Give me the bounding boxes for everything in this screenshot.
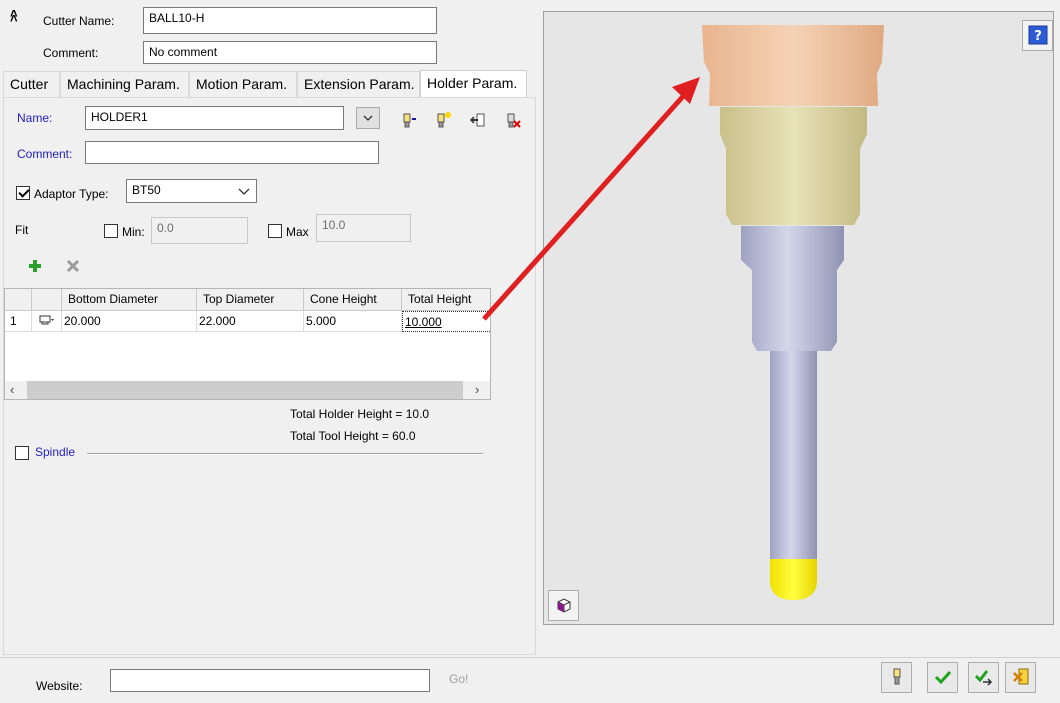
comment-field[interactable]: No comment — [143, 41, 437, 64]
shank-upper-shape — [741, 226, 844, 351]
delete-holder-icon[interactable] — [502, 111, 524, 133]
cutter-name-field[interactable]: BALL10-H — [143, 7, 437, 34]
tool-assembly-render — [702, 25, 884, 600]
adaptor-type-label: Adaptor Type: — [34, 187, 109, 201]
min-field[interactable]: 0.0 — [151, 217, 248, 244]
tab-motion-param[interactable]: Motion Param. — [189, 71, 297, 97]
import-holder-icon[interactable] — [467, 111, 489, 133]
tab-holder-param[interactable]: Holder Param. — [420, 70, 527, 98]
table-horizontal-scrollbar[interactable]: ‹ › — [5, 381, 490, 399]
delete-row-icon[interactable] — [62, 258, 84, 280]
table-row-type[interactable] — [32, 311, 62, 332]
tab-cutter[interactable]: Cutter — [3, 71, 60, 97]
new-holder-icon[interactable] — [432, 111, 454, 133]
column-header-top-diameter[interactable]: Top Diameter — [197, 289, 304, 311]
cancel-button[interactable] — [1005, 662, 1036, 693]
adaptor-type-select[interactable]: BT50 — [126, 179, 257, 203]
comment-label: Comment: — [43, 46, 99, 60]
exit-icon — [1012, 668, 1028, 685]
ball-end-shape — [770, 559, 817, 600]
add-row-icon[interactable] — [24, 258, 46, 280]
table-cell-total-height[interactable]: 10.000 — [402, 311, 490, 332]
adaptor-shape — [720, 107, 867, 225]
tool-preview-viewport[interactable]: ? — [543, 11, 1054, 625]
holder-comment-field[interactable] — [85, 141, 379, 164]
holder-name-dropdown-button[interactable] — [356, 107, 380, 129]
holder-name-label: Name: — [17, 111, 53, 125]
apply-button[interactable] — [968, 662, 999, 693]
help-button[interactable]: ? — [1022, 20, 1053, 51]
fit-label: Fit — [15, 223, 29, 237]
website-label: Website: — [36, 679, 83, 693]
holder-name-field[interactable]: HOLDER1 — [85, 106, 344, 130]
holder-tool-icon — [893, 668, 900, 685]
ok-button[interactable] — [927, 662, 958, 693]
column-header-type — [32, 289, 62, 311]
footer-separator — [0, 657, 1060, 658]
load-holder-icon[interactable] — [397, 111, 419, 133]
holder-top-shape — [702, 25, 884, 106]
checkmark-icon — [934, 670, 951, 685]
table-cell-bottom-diameter[interactable]: 20.000 — [62, 311, 197, 332]
go-button[interactable]: Go! — [449, 672, 468, 686]
holder-segments-table: Bottom Diameter Top Diameter Cone Height… — [4, 288, 491, 400]
table-cell-top-diameter[interactable]: 22.000 — [197, 311, 304, 332]
table-row-index[interactable]: 1 — [5, 311, 32, 332]
table-cell-cone-height[interactable]: 5.000 — [304, 311, 402, 332]
collapse-icon-2: ˄ — [10, 6, 18, 21]
total-tool-height: Total Tool Height = 60.0 — [290, 429, 416, 443]
max-field[interactable]: 10.0 — [316, 214, 411, 242]
column-header-total-height[interactable]: Total Height — [402, 289, 490, 311]
holder-segment-icon — [39, 315, 54, 325]
column-header-cone-height[interactable]: Cone Height — [304, 289, 402, 311]
website-field[interactable] — [110, 669, 430, 692]
holder-preview-button[interactable] — [881, 662, 912, 693]
adaptor-type-value: BT50 — [132, 183, 161, 197]
min-label: Min: — [122, 225, 145, 239]
view-cube-button[interactable] — [548, 590, 579, 621]
svg-text:?: ? — [1034, 29, 1042, 44]
column-header-index — [5, 289, 32, 311]
scrollbar-thumb[interactable] — [27, 381, 463, 399]
total-holder-height: Total Holder Height = 10.0 — [290, 407, 430, 421]
holder-comment-label: Comment: — [17, 147, 73, 161]
tab-machining-param[interactable]: Machining Param. — [60, 71, 189, 97]
chevron-down-icon — [238, 188, 250, 195]
column-header-bottom-diameter[interactable]: Bottom Diameter — [62, 289, 197, 311]
cutter-name-label: Cutter Name: — [43, 14, 115, 28]
max-label: Max — [286, 225, 309, 239]
spindle-checkbox[interactable] — [15, 446, 29, 460]
max-checkbox[interactable] — [268, 224, 282, 238]
tab-extension-param[interactable]: Extension Param. — [297, 71, 420, 97]
scroll-right-icon[interactable]: › — [475, 382, 479, 397]
help-icon: ? — [1028, 25, 1047, 45]
spindle-label: Spindle — [35, 445, 76, 459]
chevron-down-icon — [363, 115, 373, 121]
cube-view-icon — [557, 598, 570, 613]
shank-lower-shape — [770, 351, 817, 559]
min-checkbox[interactable] — [104, 224, 118, 238]
check-arrow-icon — [974, 670, 992, 686]
scroll-left-icon[interactable]: ‹ — [10, 382, 14, 397]
adaptor-type-checkbox[interactable] — [16, 186, 30, 200]
spindle-separator — [87, 453, 483, 455]
